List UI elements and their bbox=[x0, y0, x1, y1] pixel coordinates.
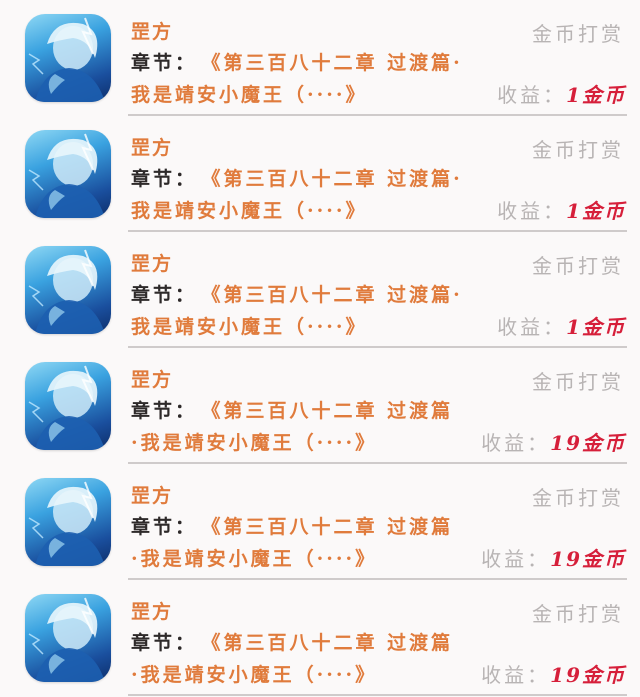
chapter-title-continued[interactable]: 我是靖安小魔王（····》 bbox=[131, 314, 367, 340]
chapter-label: 章节： bbox=[131, 168, 198, 190]
row-divider bbox=[128, 694, 627, 696]
reward-type-label: 金币打赏 bbox=[532, 602, 624, 626]
chapter-title[interactable]: 《第三百八十二章 过渡篇· bbox=[211, 168, 463, 190]
chapter-label: 章节： bbox=[131, 632, 198, 654]
reward-type-label: 金币打赏 bbox=[532, 486, 624, 510]
chapter-title[interactable]: 《第三百八十二章 过渡篇 bbox=[211, 400, 453, 422]
user-name[interactable]: 罡方 bbox=[131, 600, 173, 624]
reward-row[interactable]: 罡方 金币打赏 章节： 《第三百八十二章 过渡篇· 我是靖安小魔王（····》 收… bbox=[0, 0, 640, 116]
chapter-title[interactable]: 《第三百八十二章 过渡篇 bbox=[211, 632, 453, 654]
chapter-title[interactable]: 《第三百八十二章 过渡篇 bbox=[211, 516, 453, 538]
reward-row[interactable]: 罡方 金币打赏 章节： 《第三百八十二章 过渡篇· 我是靖安小魔王（····》 收… bbox=[0, 116, 640, 232]
user-name[interactable]: 罡方 bbox=[131, 252, 173, 276]
chapter-title[interactable]: 《第三百八十二章 过渡篇· bbox=[211, 284, 463, 306]
chapter-title-continued[interactable]: 我是靖安小魔王（····》 bbox=[131, 198, 367, 224]
income-value: 19金币 bbox=[550, 663, 626, 687]
reward-type-label: 金币打赏 bbox=[532, 22, 624, 46]
reward-row[interactable]: 罡方 金币打赏 章节： 《第三百八十二章 过渡篇 ·我是靖安小魔王（····》 收… bbox=[0, 580, 640, 696]
income-label: 收益： bbox=[481, 547, 551, 571]
income-value: 1金币 bbox=[566, 83, 626, 107]
income-value: 1金币 bbox=[566, 315, 626, 339]
user-name[interactable]: 罡方 bbox=[131, 20, 173, 44]
chapter-title-continued[interactable]: ·我是靖安小魔王（····》 bbox=[131, 546, 377, 572]
anime-avatar-icon[interactable] bbox=[25, 130, 111, 218]
anime-avatar-icon[interactable] bbox=[25, 246, 111, 334]
reward-type-label: 金币打赏 bbox=[532, 370, 624, 394]
income-label: 收益： bbox=[481, 431, 551, 455]
chapter-line: 章节： 《第三百八十二章 过渡篇 bbox=[131, 630, 453, 656]
chapter-title-continued[interactable]: 我是靖安小魔王（····》 bbox=[131, 82, 367, 108]
income-label: 收益： bbox=[497, 199, 567, 223]
income-value: 1金币 bbox=[566, 199, 626, 223]
income: 收益：1金币 bbox=[497, 314, 626, 340]
income-label: 收益： bbox=[481, 663, 551, 687]
reward-type-label: 金币打赏 bbox=[532, 254, 624, 278]
income: 收益：19金币 bbox=[481, 430, 626, 456]
chapter-line: 章节： 《第三百八十二章 过渡篇· bbox=[131, 50, 463, 76]
chapter-label: 章节： bbox=[131, 52, 198, 74]
income: 收益：19金币 bbox=[481, 662, 626, 688]
reward-row[interactable]: 罡方 金币打赏 章节： 《第三百八十二章 过渡篇 ·我是靖安小魔王（····》 收… bbox=[0, 464, 640, 580]
chapter-label: 章节： bbox=[131, 516, 198, 538]
reward-row[interactable]: 罡方 金币打赏 章节： 《第三百八十二章 过渡篇 ·我是靖安小魔王（····》 收… bbox=[0, 348, 640, 464]
chapter-line: 章节： 《第三百八十二章 过渡篇· bbox=[131, 166, 463, 192]
anime-avatar-icon[interactable] bbox=[25, 14, 111, 102]
income: 收益：1金币 bbox=[497, 82, 626, 108]
user-name[interactable]: 罡方 bbox=[131, 136, 173, 160]
anime-avatar-icon[interactable] bbox=[25, 478, 111, 566]
income-value: 19金币 bbox=[550, 547, 626, 571]
income: 收益：1金币 bbox=[497, 198, 626, 224]
chapter-title-continued[interactable]: ·我是靖安小魔王（····》 bbox=[131, 662, 377, 688]
chapter-line: 章节： 《第三百八十二章 过渡篇· bbox=[131, 282, 463, 308]
reward-list: 罡方 金币打赏 章节： 《第三百八十二章 过渡篇· 我是靖安小魔王（····》 收… bbox=[0, 0, 640, 697]
income-value: 19金币 bbox=[550, 431, 626, 455]
income-label: 收益： bbox=[497, 315, 567, 339]
user-name[interactable]: 罡方 bbox=[131, 484, 173, 508]
chapter-line: 章节： 《第三百八十二章 过渡篇 bbox=[131, 514, 453, 540]
chapter-title[interactable]: 《第三百八十二章 过渡篇· bbox=[211, 52, 463, 74]
anime-avatar-icon[interactable] bbox=[25, 594, 111, 682]
anime-avatar-icon[interactable] bbox=[25, 362, 111, 450]
chapter-label: 章节： bbox=[131, 400, 198, 422]
income: 收益：19金币 bbox=[481, 546, 626, 572]
chapter-line: 章节： 《第三百八十二章 过渡篇 bbox=[131, 398, 453, 424]
user-name[interactable]: 罡方 bbox=[131, 368, 173, 392]
chapter-title-continued[interactable]: ·我是靖安小魔王（····》 bbox=[131, 430, 377, 456]
income-label: 收益： bbox=[497, 83, 567, 107]
reward-type-label: 金币打赏 bbox=[532, 138, 624, 162]
chapter-label: 章节： bbox=[131, 284, 198, 306]
reward-row[interactable]: 罡方 金币打赏 章节： 《第三百八十二章 过渡篇· 我是靖安小魔王（····》 收… bbox=[0, 232, 640, 348]
